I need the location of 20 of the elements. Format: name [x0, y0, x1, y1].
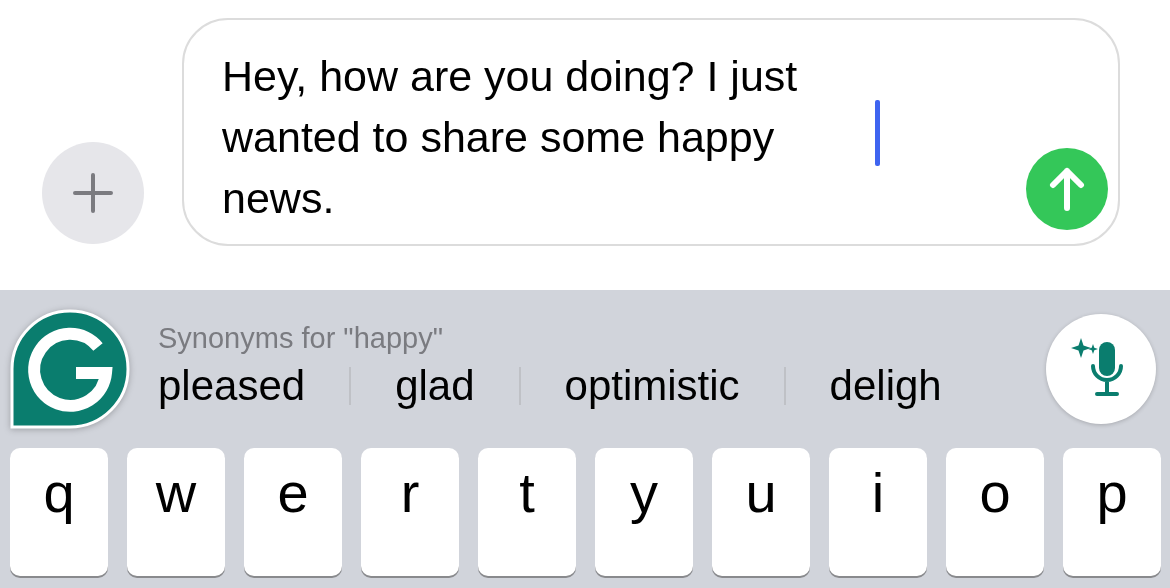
- keyboard-key[interactable]: u: [712, 448, 810, 576]
- keyboard-key[interactable]: r: [361, 448, 459, 576]
- arrow-up-icon: [1049, 167, 1085, 211]
- synonym-suggestion[interactable]: pleased: [158, 362, 306, 410]
- message-field[interactable]: Hey, how are you doing? I just wanted to share some happy news.: [182, 18, 1120, 246]
- synonym-suggestion[interactable]: deligh: [829, 362, 942, 410]
- logo-icon[interactable]: [10, 309, 130, 429]
- suggestion-title: Synonyms for "happy": [158, 321, 444, 356]
- keyboard-key[interactable]: i: [829, 448, 927, 576]
- text-cursor: [875, 100, 880, 166]
- synonym-suggestion[interactable]: optimistic: [564, 362, 740, 410]
- keyboard-key[interactable]: y: [595, 448, 693, 576]
- synonym-suggestion[interactable]: glad: [395, 362, 475, 410]
- plus-icon: [73, 173, 113, 213]
- keyboard-key[interactable]: e: [244, 448, 342, 576]
- keyboard-key[interactable]: w: [127, 448, 225, 576]
- keyboard-key[interactable]: t: [478, 448, 576, 576]
- keyboard-key[interactable]: q: [10, 448, 108, 576]
- keyboard-key[interactable]: o: [946, 448, 1044, 576]
- keyboard-key[interactable]: p: [1063, 448, 1161, 576]
